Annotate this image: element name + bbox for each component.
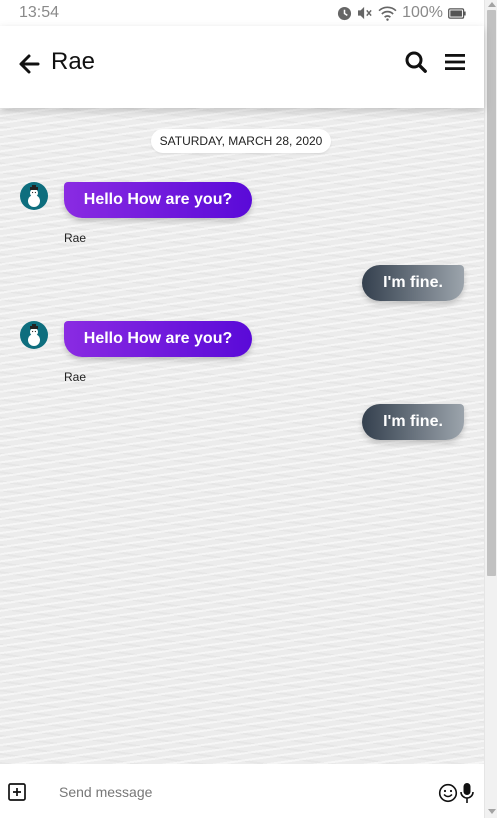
message-bubble-outgoing[interactable]: I'm fine. (362, 265, 464, 301)
message-sender: Rae (64, 231, 87, 245)
battery-percent: 100% (402, 4, 443, 21)
plus-square-icon[interactable] (8, 783, 26, 801)
date-separator: SATURDAY, MARCH 28, 2020 (151, 129, 331, 153)
smiley-icon[interactable] (438, 783, 458, 803)
battery-icon (448, 7, 466, 19)
arrow-left-icon[interactable] (16, 51, 42, 77)
scrollbar-thumb[interactable] (487, 10, 496, 576)
status-time: 13:54 (19, 4, 60, 21)
message-bubble-incoming[interactable]: Hello How are you? (64, 182, 252, 218)
scroll-up-arrow[interactable] (488, 2, 496, 7)
contact-avatar[interactable] (20, 182, 48, 210)
microphone-icon[interactable] (460, 782, 474, 804)
message-input[interactable] (52, 781, 422, 803)
mute-icon (358, 6, 372, 20)
scroll-down-arrow[interactable] (488, 809, 496, 814)
hamburger-menu-icon[interactable] (444, 51, 466, 73)
snowman-avatar-icon (28, 324, 40, 346)
message-composer (0, 764, 484, 818)
message-sender: Rae (64, 370, 87, 384)
chat-header: Rae (0, 26, 484, 108)
contact-avatar[interactable] (20, 321, 48, 349)
snowman-avatar-icon (28, 185, 40, 207)
message-list[interactable]: SATURDAY, MARCH 28, 2020 Hello How are y… (0, 108, 484, 764)
wifi-icon (378, 6, 397, 21)
status-icons: 100% (337, 4, 466, 22)
status-bar: 13:54 100% (0, 0, 484, 26)
vertical-scrollbar[interactable] (484, 0, 497, 818)
message-bubble-outgoing[interactable]: I'm fine. (362, 404, 464, 440)
app-frame: 13:54 100% Rae SATURDAY, MARCH 28, 2020 … (0, 0, 484, 818)
message-bubble-incoming[interactable]: Hello How are you? (64, 321, 252, 357)
search-icon[interactable] (404, 50, 428, 74)
alarm-icon (338, 6, 352, 20)
contact-name: Rae (51, 48, 96, 75)
